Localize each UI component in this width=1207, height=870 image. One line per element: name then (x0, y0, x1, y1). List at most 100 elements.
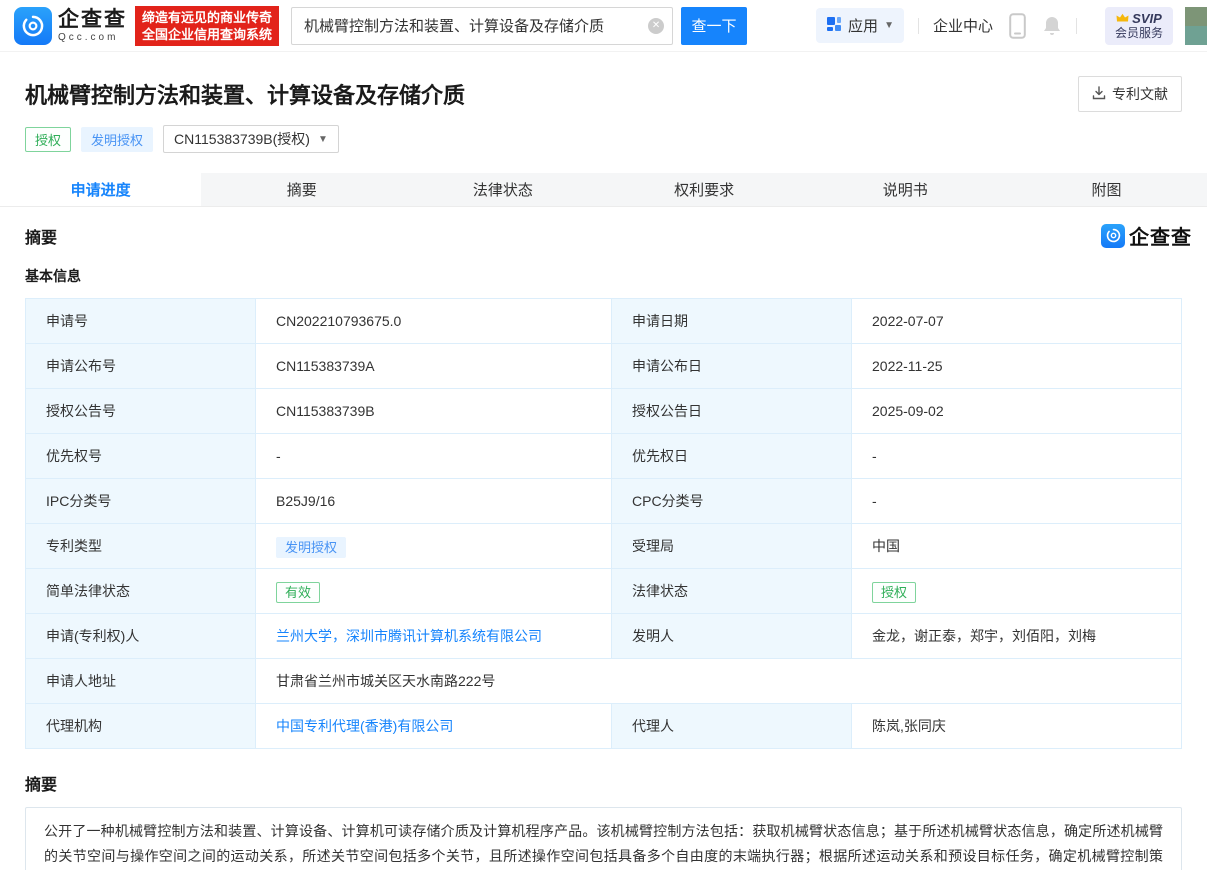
field-label: 申请日期 (612, 299, 852, 344)
table-row: IPC分类号B25J9/16CPC分类号- (26, 479, 1182, 524)
divider (918, 18, 919, 34)
tab-4[interactable]: 权利要求 (604, 173, 805, 206)
status-badge: 授权 (25, 127, 71, 152)
slogan-line2: 全国企业信用查询系统 (142, 26, 272, 43)
qcc-logo-icon (14, 7, 52, 45)
table-row: 申请(专利权)人 兰州大学，深圳市腾讯计算机系统有限公司 发明人金龙，谢正泰，郑宇，… (26, 614, 1182, 659)
field-label: 专利类型 (26, 524, 256, 569)
table-row: 授权公告号CN115383739B授权公告日2025-09-02 (26, 389, 1182, 434)
abstract-text: 公开了一种机械臂控制方法和装置、计算设备、计算机可读存储介质及计算机程序产品。该… (25, 807, 1182, 870)
tab-3[interactable]: 法律状态 (402, 173, 603, 206)
entity-link[interactable]: 中国专利代理(香港)有限公司 (276, 718, 453, 734)
tab-2[interactable]: 摘要 (201, 173, 402, 206)
status-badge: 发明授权 (276, 537, 346, 558)
table-row: 申请人地址甘肃省兰州市城关区天水南路222号 (26, 659, 1182, 704)
apps-menu-button[interactable]: 应用 ▼ (816, 8, 904, 43)
field-label: 申请公布日 (612, 344, 852, 389)
top-header: 企查查 Qcc.com 缔造有远见的商业传奇 全国企业信用查询系统 ✕ 查一下 … (0, 0, 1207, 52)
field-value: 发明授权 (256, 524, 612, 569)
chevron-down-icon: ▼ (884, 20, 894, 31)
basic-info-title: 基本信息 (25, 266, 1182, 286)
field-value: 甘肃省兰州市城关区天水南路222号 (256, 659, 1182, 704)
field-label: 发明人 (612, 614, 852, 659)
tab-bar: 申请进度摘要法律状态权利要求说明书附图 (0, 173, 1207, 207)
field-value: CN202210793675.0 (256, 299, 612, 344)
divider (1076, 18, 1077, 34)
table-row: 代理机构 中国专利代理(香港)有限公司 代理人陈岚,张同庆 (26, 704, 1182, 749)
field-label: 代理人 (612, 704, 852, 749)
tab-5[interactable]: 说明书 (805, 173, 1006, 206)
field-label: 简单法律状态 (26, 569, 256, 614)
field-value: B25J9/16 (256, 479, 612, 524)
field-label: IPC分类号 (26, 479, 256, 524)
field-value: 兰州大学，深圳市腾讯计算机系统有限公司 (256, 614, 612, 659)
table-row: 申请号CN202210793675.0申请日期2022-07-07 (26, 299, 1182, 344)
enterprise-center-link[interactable]: 企业中心 (933, 15, 993, 36)
patent-header: 机械臂控制方法和装置、计算设备及存储介质 授权 发明授权 CN115383739… (0, 52, 1207, 153)
qcc-watermark-text: 企查查 (1129, 221, 1192, 250)
field-value: - (852, 434, 1182, 479)
field-value: 金龙，谢正泰，郑宇，刘佰阳，刘梅 (852, 614, 1182, 659)
slogan-line1: 缔造有远见的商业传奇 (142, 9, 272, 26)
field-value: - (256, 434, 612, 479)
patent-type-badge: 发明授权 (81, 127, 153, 152)
field-label: 申请号 (26, 299, 256, 344)
download-icon (1092, 86, 1106, 103)
field-value: 有效 (256, 569, 612, 614)
search-input[interactable] (291, 7, 673, 45)
svip-sub-label: 会员服务 (1115, 26, 1163, 41)
field-label: 优先权号 (26, 434, 256, 479)
patent-number-label: CN115383739B(授权) (174, 129, 310, 149)
field-value: 2022-11-25 (852, 344, 1182, 389)
apps-label: 应用 (848, 15, 878, 36)
patent-document-button[interactable]: 专利文献 (1078, 76, 1182, 112)
logo-text: 企查查 (58, 9, 127, 30)
field-label: 申请公布号 (26, 344, 256, 389)
field-label: 法律状态 (612, 569, 852, 614)
field-label: 申请人地址 (26, 659, 256, 704)
user-avatar[interactable] (1185, 7, 1207, 45)
abstract-title: 摘要 (25, 771, 1182, 795)
field-value: 陈岚,张同庆 (852, 704, 1182, 749)
field-value: CN115383739A (256, 344, 612, 389)
field-label: 申请(专利权)人 (26, 614, 256, 659)
basic-info-table-body: 申请号CN202210793675.0申请日期2022-07-07申请公布号CN… (26, 299, 1182, 749)
field-value: 2025-09-02 (852, 389, 1182, 434)
crown-icon (1116, 11, 1129, 26)
field-value: 中国专利代理(香港)有限公司 (256, 704, 612, 749)
page-title: 机械臂控制方法和装置、计算设备及存储介质 (25, 78, 1182, 110)
table-row: 简单法律状态有效 法律状态授权 (26, 569, 1182, 614)
field-value: - (852, 479, 1182, 524)
table-row: 专利类型发明授权 受理局中国 (26, 524, 1182, 569)
section-title-abstract: 摘要 (25, 224, 57, 248)
patent-number-dropdown[interactable]: CN115383739B(授权) ▼ (163, 125, 339, 153)
svip-label: SVIP (1132, 11, 1162, 26)
status-badge: 有效 (276, 582, 320, 603)
apps-grid-icon (826, 16, 842, 36)
brand-slogan: 缔造有远见的商业传奇 全国企业信用查询系统 (135, 6, 279, 46)
notification-bell-icon[interactable] (1042, 15, 1062, 37)
chevron-down-icon: ▼ (318, 134, 328, 145)
field-value: 授权 (852, 569, 1182, 614)
patent-document-label: 专利文献 (1112, 84, 1168, 104)
qcc-logo[interactable]: 企查查 Qcc.com (14, 7, 127, 45)
status-badge: 授权 (872, 582, 916, 603)
field-label: 授权公告日 (612, 389, 852, 434)
tab-6[interactable]: 附图 (1006, 173, 1207, 206)
field-value: 2022-07-07 (852, 299, 1182, 344)
mobile-app-icon[interactable] (1009, 13, 1026, 39)
logo-subtext: Qcc.com (58, 33, 127, 43)
field-value: 中国 (852, 524, 1182, 569)
search-button[interactable]: 查一下 (681, 7, 747, 45)
field-label: 受理局 (612, 524, 852, 569)
entity-link[interactable]: 兰州大学，深圳市腾讯计算机系统有限公司 (276, 628, 542, 644)
field-label: CPC分类号 (612, 479, 852, 524)
qcc-watermark: 企查查 (1101, 221, 1192, 250)
clear-icon[interactable]: ✕ (648, 18, 664, 34)
tab-1[interactable]: 申请进度 (0, 173, 201, 206)
svip-member-button[interactable]: SVIP 会员服务 (1105, 7, 1173, 45)
field-label: 代理机构 (26, 704, 256, 749)
basic-info-table: 申请号CN202210793675.0申请日期2022-07-07申请公布号CN… (25, 298, 1182, 749)
field-label: 授权公告号 (26, 389, 256, 434)
main-content: 摘要 企查查 基本信息 申请号CN202210793675.0申请日期2022-… (0, 221, 1207, 870)
